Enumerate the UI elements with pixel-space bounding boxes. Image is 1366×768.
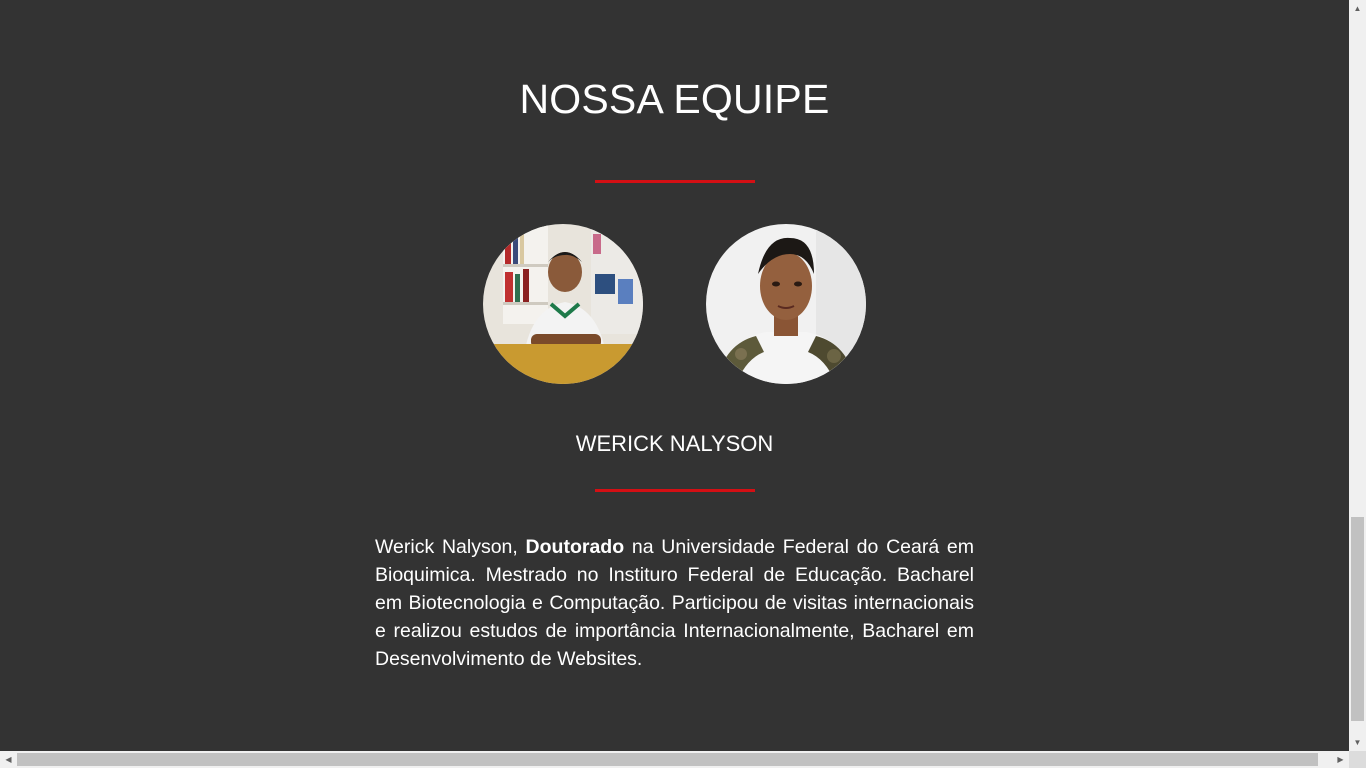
member-bio: Werick Nalyson, Doutorado na Universidad… [375, 533, 974, 673]
vertical-scroll-thumb[interactable] [1351, 517, 1364, 721]
horizontal-scroll-thumb[interactable] [17, 753, 1318, 766]
name-divider [595, 489, 755, 492]
title-divider [595, 180, 755, 183]
bio-prefix: Werick Nalyson, [375, 536, 526, 558]
scroll-down-icon[interactable]: ▼ [1349, 734, 1366, 751]
bio-highlight: Doutorado [525, 536, 625, 558]
member-photo-2 [706, 224, 866, 384]
section-title: NOSSA EQUIPE [519, 76, 830, 122]
team-member-avatar-2[interactable] [706, 224, 866, 384]
scroll-left-icon[interactable]: ◀ [0, 751, 17, 768]
member-photo-1 [483, 224, 643, 384]
team-section: NOSSA EQUIPE WERICK NALYSON Werick Nalys… [0, 0, 1349, 751]
member-name: WERICK NALYSON [575, 431, 774, 456]
vertical-scrollbar[interactable]: ▲ ▼ [1349, 0, 1366, 751]
scrollbar-corner [1349, 751, 1366, 768]
scroll-right-icon[interactable]: ▶ [1332, 751, 1349, 768]
team-member-avatar-1[interactable] [483, 224, 643, 384]
horizontal-scrollbar[interactable]: ◀ ▶ [0, 751, 1349, 768]
scroll-up-icon[interactable]: ▲ [1349, 0, 1366, 17]
